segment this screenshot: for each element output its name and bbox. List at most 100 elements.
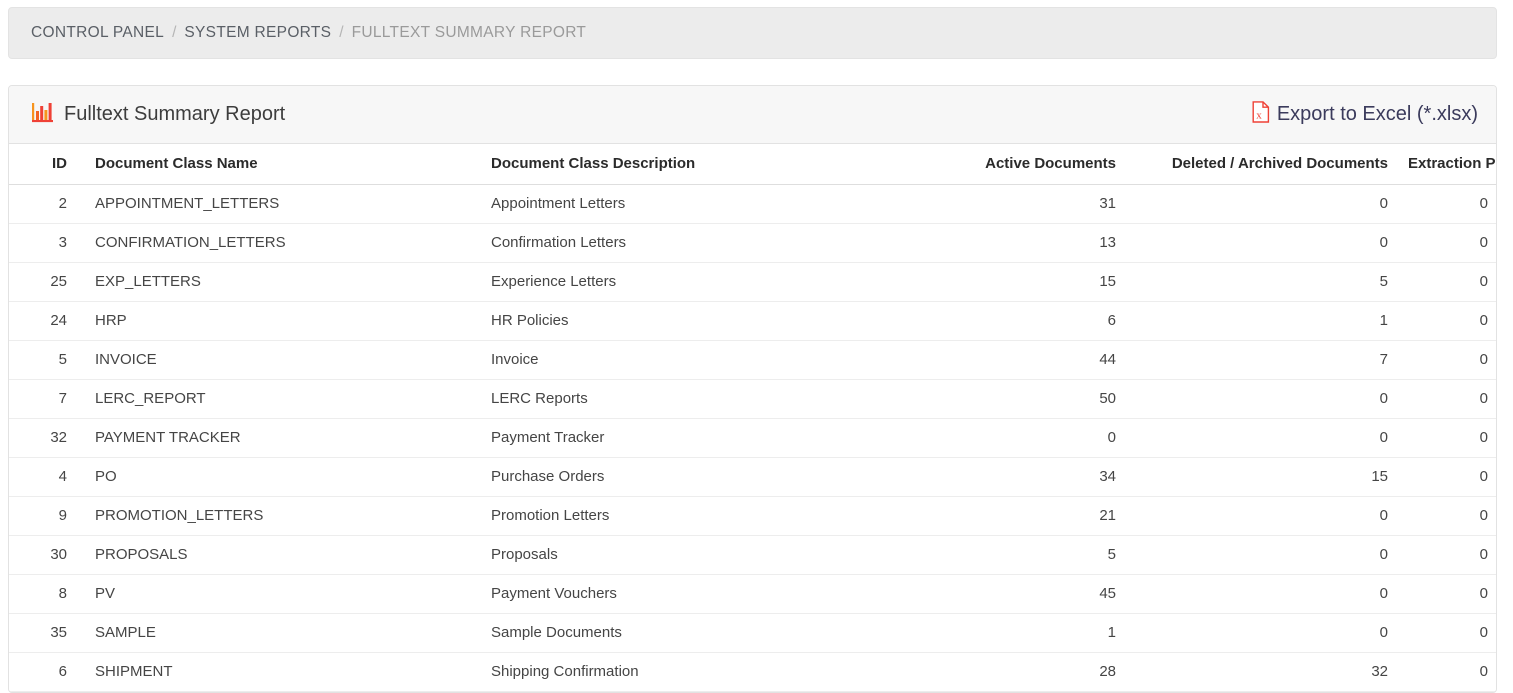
cell-deleted: 7 <box>1126 340 1398 380</box>
excel-file-icon: x <box>1252 100 1270 129</box>
cell-desc: Invoice <box>483 340 884 380</box>
cell-desc: HR Policies <box>483 301 884 341</box>
cell-desc: Shipping Confirmation <box>483 652 884 692</box>
cell-id: 9 <box>9 496 77 536</box>
cell-desc: Purchase Orders <box>483 457 884 497</box>
cell-deleted: 0 <box>1126 418 1398 458</box>
cell-active: 45 <box>884 574 1126 614</box>
cell-pending: 0 <box>1398 457 1496 497</box>
cell-pending: 0 <box>1398 262 1496 302</box>
cell-desc: Promotion Letters <box>483 496 884 536</box>
cell-active: 1 <box>884 613 1126 653</box>
cell-deleted: 32 <box>1126 652 1398 692</box>
cell-id: 2 <box>9 184 77 224</box>
cell-desc: Confirmation Letters <box>483 223 884 263</box>
cell-id: 32 <box>9 418 77 458</box>
cell-name: APPOINTMENT_LETTERS <box>77 184 483 224</box>
cell-pending: 0 <box>1398 652 1496 692</box>
fulltext-summary-table: ID Document Class Name Document Class De… <box>9 144 1496 692</box>
cell-name: PROMOTION_LETTERS <box>77 496 483 536</box>
cell-active: 34 <box>884 457 1126 497</box>
cell-pending: 0 <box>1398 223 1496 263</box>
cell-id: 7 <box>9 379 77 419</box>
table-body: 2 APPOINTMENT_LETTERS Appointment Letters 3… <box>9 184 1496 692</box>
cell-pending: 0 <box>1398 340 1496 380</box>
table-row: 5 INVOICE Invoice 44 7 0 <box>9 340 1496 380</box>
table-row: 25 EXP_LETTERS Experience Letters 15 5 0 <box>9 262 1496 302</box>
cell-id: 25 <box>9 262 77 302</box>
table-row: 24 HRP HR Policies 6 1 0 <box>9 301 1496 341</box>
column-header-desc[interactable]: Document Class Description <box>483 144 884 185</box>
cell-name: SHIPMENT <box>77 652 483 692</box>
breadcrumb-separator: / <box>339 24 344 41</box>
column-header-id[interactable]: ID <box>9 144 77 185</box>
table-row: 6 SHIPMENT Shipping Confirmation 28 32 0 <box>9 652 1496 692</box>
cell-deleted: 0 <box>1126 613 1398 653</box>
cell-name: EXP_LETTERS <box>77 262 483 302</box>
table-row: 3 CONFIRMATION_LETTERS Confirmation Letter… <box>9 223 1496 263</box>
cell-name: SAMPLE <box>77 613 483 653</box>
breadcrumb-item-system-reports[interactable]: SYSTEM REPORTS <box>184 24 331 42</box>
cell-pending: 0 <box>1398 535 1496 575</box>
cell-active: 13 <box>884 223 1126 263</box>
cell-deleted: 15 <box>1126 457 1398 497</box>
cell-deleted: 0 <box>1126 379 1398 419</box>
breadcrumb: CONTROL PANEL / SYSTEM REPORTS / FULLTEX… <box>8 7 1497 59</box>
cell-pending: 0 <box>1398 496 1496 536</box>
page-title: Fulltext Summary Report <box>31 101 285 129</box>
cell-pending: 0 <box>1398 301 1496 341</box>
cell-active: 21 <box>884 496 1126 536</box>
cell-name: LERC_REPORT <box>77 379 483 419</box>
cell-desc: Appointment Letters <box>483 184 884 224</box>
cell-deleted: 0 <box>1126 496 1398 536</box>
cell-id: 30 <box>9 535 77 575</box>
svg-text:x: x <box>1256 109 1262 121</box>
table-row: 4 PO Purchase Orders 34 15 0 <box>9 457 1496 497</box>
cell-deleted: 0 <box>1126 574 1398 614</box>
breadcrumb-item-fulltext-summary-report: FULLTEXT SUMMARY REPORT <box>351 24 587 41</box>
table-row: 30 PROPOSALS Proposals 5 0 0 <box>9 535 1496 575</box>
export-to-excel-button[interactable]: x Export to Excel (*.xlsx) <box>1252 100 1478 129</box>
breadcrumb-separator: / <box>172 24 177 41</box>
column-header-pending[interactable]: Extraction Pending Documents <box>1398 144 1496 185</box>
cell-active: 6 <box>884 301 1126 341</box>
cell-name: CONFIRMATION_LETTERS <box>77 223 483 263</box>
cell-active: 5 <box>884 535 1126 575</box>
cell-deleted: 5 <box>1126 262 1398 302</box>
cell-name: HRP <box>77 301 483 341</box>
cell-desc: Payment Vouchers <box>483 574 884 614</box>
cell-active: 0 <box>884 418 1126 458</box>
cell-id: 8 <box>9 574 77 614</box>
cell-name: PROPOSALS <box>77 535 483 575</box>
table-header: ID Document Class Name Document Class De… <box>9 144 1496 185</box>
breadcrumb-item-control-panel[interactable]: CONTROL PANEL <box>31 24 164 42</box>
table-row: 32 PAYMENT TRACKER Payment Tracker 0 0 0 <box>9 418 1496 458</box>
report-panel: Fulltext Summary Report x Export to Exce… <box>8 85 1497 693</box>
cell-desc: LERC Reports <box>483 379 884 419</box>
cell-id: 24 <box>9 301 77 341</box>
cell-desc: Experience Letters <box>483 262 884 302</box>
column-header-name[interactable]: Document Class Name <box>77 144 483 185</box>
cell-name: PV <box>77 574 483 614</box>
cell-deleted: 1 <box>1126 301 1398 341</box>
cell-deleted: 0 <box>1126 223 1398 263</box>
table-row: 35 SAMPLE Sample Documents 1 0 0 <box>9 613 1496 653</box>
cell-active: 28 <box>884 652 1126 692</box>
cell-pending: 0 <box>1398 379 1496 419</box>
report-panel-header: Fulltext Summary Report x Export to Exce… <box>9 86 1496 144</box>
bar-chart-icon <box>31 101 55 129</box>
cell-active: 50 <box>884 379 1126 419</box>
table-row: 8 PV Payment Vouchers 45 0 0 <box>9 574 1496 614</box>
cell-pending: 0 <box>1398 613 1496 653</box>
table-header-row: ID Document Class Name Document Class De… <box>9 144 1496 185</box>
cell-deleted: 0 <box>1126 535 1398 575</box>
cell-pending: 0 <box>1398 574 1496 614</box>
column-header-active[interactable]: Active Documents <box>884 144 1126 185</box>
cell-active: 31 <box>884 184 1126 224</box>
cell-id: 3 <box>9 223 77 263</box>
export-to-excel-label: Export to Excel (*.xlsx) <box>1276 103 1478 125</box>
cell-name: PAYMENT TRACKER <box>77 418 483 458</box>
column-header-deleted[interactable]: Deleted / Archived Documents <box>1126 144 1398 185</box>
cell-id: 5 <box>9 340 77 380</box>
page-title-text: Fulltext Summary Report <box>64 103 286 125</box>
